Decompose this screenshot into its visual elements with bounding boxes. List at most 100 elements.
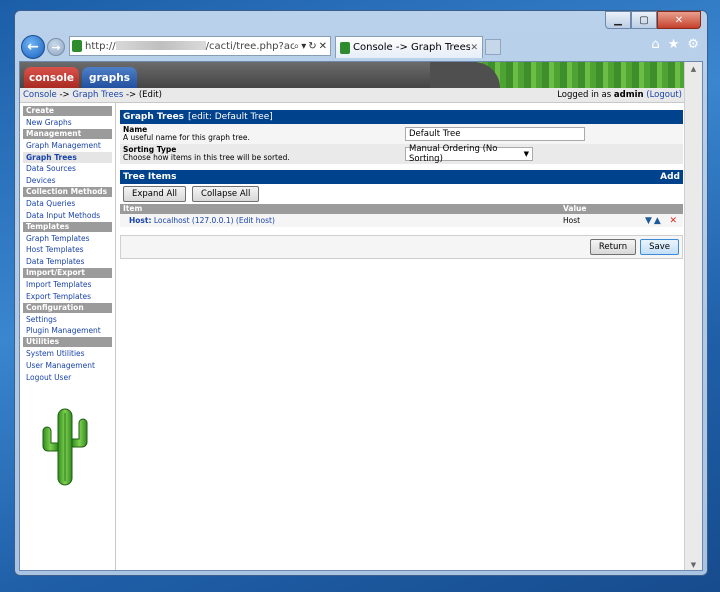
- tab-console[interactable]: console: [24, 67, 79, 88]
- sidebar-item-user-management[interactable]: User Management: [23, 360, 112, 372]
- sidebar-item-data-sources[interactable]: Data Sources: [23, 163, 112, 175]
- sidebar-item-export-templates[interactable]: Export Templates: [23, 291, 112, 303]
- page-title: Graph Trees: [123, 112, 185, 122]
- column-actions: [625, 204, 683, 214]
- move-up-icon[interactable]: ▲: [654, 216, 661, 226]
- scroll-down-icon[interactable]: ▼: [685, 558, 702, 570]
- tab-graphs[interactable]: graphs: [82, 67, 137, 88]
- sorting-type-select[interactable]: Manual Ordering (No Sorting) ▼: [405, 144, 533, 164]
- name-row: Name A useful name for this graph tree.: [120, 124, 683, 144]
- search-icon[interactable]: ⌕: [294, 41, 300, 52]
- sidebar-item-host-templates[interactable]: Host Templates: [23, 244, 112, 256]
- chevron-down-icon: ▼: [523, 150, 529, 158]
- delete-icon[interactable]: ✕: [669, 216, 677, 226]
- back-arrow-icon: ←: [27, 39, 39, 55]
- login-user: admin: [613, 90, 644, 100]
- sidebar-item-data-input-methods[interactable]: Data Input Methods: [23, 210, 112, 222]
- address-icons: ⌕ ▾ ↻ ✕: [294, 41, 330, 52]
- tree-toolbar: Expand All Collapse All: [120, 184, 683, 204]
- sidebar-item-plugin-management[interactable]: Plugin Management: [23, 325, 112, 337]
- sidebar-item-import-templates[interactable]: Import Templates: [23, 279, 112, 291]
- tree-table-header: Item Value: [120, 204, 683, 214]
- browser-tab[interactable]: Console -> Graph Trees ... ✕: [335, 36, 483, 58]
- sort-label-block: Sorting Type Choose how items in this tr…: [123, 145, 405, 163]
- tab-close-icon[interactable]: ✕: [470, 43, 482, 53]
- sidebar: Create New Graphs Management Graph Manageme…: [20, 103, 116, 570]
- close-window-button[interactable]: ✕: [657, 11, 701, 29]
- page-content: console graphs Console -> Graph Trees ->…: [19, 61, 703, 571]
- dropdown-icon[interactable]: ▾: [301, 41, 306, 52]
- breadcrumb-current: (Edit): [138, 90, 162, 100]
- browser-toolbar: ← → http:// /cacti/tree.php?actior ⌕ ▾ ↻ …: [19, 33, 703, 61]
- sidebar-item-new-graphs[interactable]: New Graphs: [23, 117, 112, 129]
- breadcrumb-console[interactable]: Console: [23, 90, 57, 100]
- browser-tools: ⌂ ★ ⚙: [651, 37, 699, 52]
- vertical-scrollbar[interactable]: ▲ ▼: [684, 62, 702, 570]
- sidebar-section-header: Create: [23, 106, 112, 116]
- sidebar-section-header: Templates: [23, 221, 112, 232]
- scroll-up-icon[interactable]: ▲: [685, 62, 702, 76]
- home-icon[interactable]: ⌂: [651, 37, 659, 52]
- forward-arrow-icon: →: [51, 40, 61, 54]
- window-controls: ▁ ▢ ✕: [605, 11, 701, 29]
- address-suffix: /cacti/tree.php?actior: [205, 40, 294, 52]
- maximize-button[interactable]: ▢: [631, 11, 657, 29]
- tree-name-input[interactable]: [405, 127, 585, 141]
- sidebar-item-system-utilities[interactable]: System Utilities: [23, 348, 112, 360]
- logout-link[interactable]: (Logout): [646, 90, 682, 100]
- collapse-all-button[interactable]: Collapse All: [192, 186, 260, 202]
- sidebar-item-logout-user[interactable]: Logout User: [23, 372, 112, 384]
- move-down-icon[interactable]: ▼: [645, 216, 652, 226]
- graph-trees-header: Graph Trees [edit: Default Tree]: [120, 110, 683, 124]
- return-button[interactable]: Return: [589, 239, 637, 255]
- refresh-icon[interactable]: ↻: [308, 41, 316, 52]
- stop-icon[interactable]: ✕: [319, 41, 327, 52]
- tree-items-title: Tree Items: [123, 172, 177, 182]
- tree-items-header: Tree Items Add: [120, 170, 683, 184]
- breadcrumb-sep: ->: [123, 90, 139, 100]
- sidebar-section-header: Import/Export: [23, 267, 112, 278]
- sidebar-item-graph-templates[interactable]: Graph Templates: [23, 233, 112, 245]
- host-label: Host:: [129, 216, 152, 225]
- sorting-type-value: Manual Ordering (No Sorting): [409, 144, 498, 164]
- name-description: A useful name for this graph tree.: [123, 133, 250, 142]
- sidebar-section-header: Configuration: [23, 302, 112, 313]
- address-bar[interactable]: http:// /cacti/tree.php?actior ⌕ ▾ ↻ ✕: [69, 36, 331, 56]
- address-text[interactable]: http:// /cacti/tree.php?actior: [85, 41, 294, 52]
- sidebar-item-graph-trees[interactable]: Graph Trees: [23, 151, 112, 164]
- sidebar-item-graph-management[interactable]: Graph Management: [23, 140, 112, 152]
- sidebar-section-header: Utilities: [23, 337, 112, 348]
- host-link[interactable]: Localhost (127.0.0.1): [154, 216, 234, 225]
- column-value: Value: [563, 204, 587, 213]
- sidebar-item-data-queries[interactable]: Data Queries: [23, 198, 112, 210]
- back-button[interactable]: ←: [21, 35, 45, 59]
- login-prefix: Logged in as: [557, 90, 614, 100]
- minimize-button[interactable]: ▁: [605, 11, 631, 29]
- item-value: Host: [563, 216, 581, 225]
- breadcrumb-sep: ->: [56, 90, 73, 100]
- favorites-star-icon[interactable]: ★: [668, 37, 680, 52]
- sorting-row: Sorting Type Choose how items in this tr…: [120, 144, 683, 164]
- tab-title: Console -> Graph Trees ...: [353, 42, 471, 53]
- cactus-logo-icon: [42, 408, 88, 486]
- row-actions: ▼ ▲ ✕: [625, 216, 683, 226]
- gear-icon[interactable]: ⚙: [687, 37, 699, 52]
- add-item-link[interactable]: Add: [660, 170, 683, 184]
- sidebar-section-header: Management: [23, 128, 112, 139]
- cacti-favicon-icon: [72, 40, 82, 52]
- sidebar-item-settings[interactable]: Settings: [23, 314, 112, 326]
- save-button[interactable]: Save: [640, 239, 679, 255]
- edit-host-link[interactable]: (Edit host): [236, 216, 275, 225]
- cactus-banner-image: [430, 62, 684, 88]
- sidebar-item-devices[interactable]: Devices: [23, 175, 112, 187]
- cacti-header: console graphs: [20, 62, 684, 88]
- tab-favicon-icon: [340, 41, 350, 54]
- address-prefix: http://: [85, 40, 116, 52]
- sidebar-item-data-templates[interactable]: Data Templates: [23, 256, 112, 268]
- expand-all-button[interactable]: Expand All: [123, 186, 187, 202]
- column-item: Item: [123, 204, 143, 213]
- sidebar-section-header: Collection Methods: [23, 186, 112, 197]
- breadcrumb-graph-trees[interactable]: Graph Trees: [72, 90, 123, 100]
- forward-button[interactable]: →: [47, 38, 65, 56]
- new-tab-button[interactable]: [485, 39, 501, 55]
